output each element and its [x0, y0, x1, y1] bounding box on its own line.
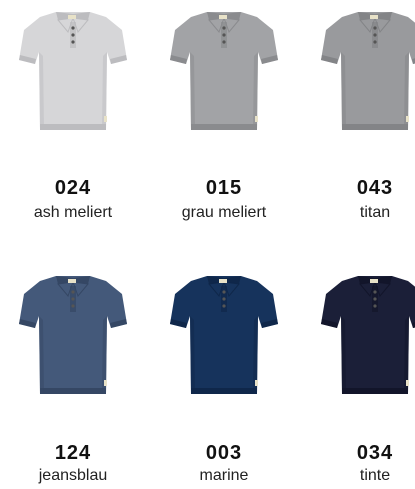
polo-shirt-icon: [18, 272, 128, 398]
polo-shirt-icon: [320, 8, 415, 134]
color-code: 043: [356, 177, 394, 199]
color-name: titan: [359, 204, 391, 221]
color-name: marine: [199, 467, 249, 484]
color-code: 034: [356, 442, 394, 464]
color-code: 024: [54, 177, 92, 199]
color-code: 015: [205, 177, 243, 199]
color-code: 124: [54, 442, 92, 464]
polo-shirt-icon: [169, 272, 279, 398]
polo-shirt-icon: [169, 8, 279, 134]
polo-shirt-icon: [18, 8, 128, 134]
polo-shirt-icon: [320, 272, 415, 398]
color-swatch-grid: 024 ash meliert 015 grau meliert 043 tit…: [0, 0, 415, 489]
color-code: 003: [205, 442, 243, 464]
color-name: grau meliert: [181, 204, 267, 221]
color-name: tinte: [359, 467, 391, 484]
color-name: ash meliert: [33, 204, 113, 221]
color-name: jeansblau: [38, 467, 108, 484]
